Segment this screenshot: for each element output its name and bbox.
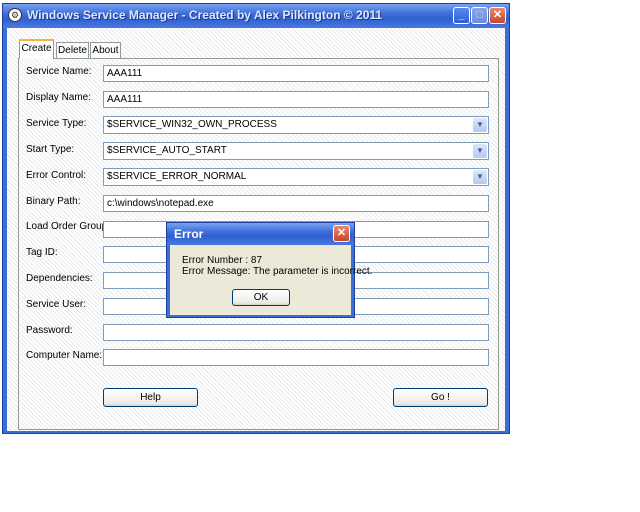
main-window: ⚙ Windows Service Manager - Created by A… [2,3,510,434]
error-message-text: Error Message: The parameter is incorrec… [182,266,373,277]
service-type-value: $SERVICE_WIN32_OWN_PROCESS [107,119,277,130]
start-type-value: $SERVICE_AUTO_START [107,145,227,156]
service-name-field[interactable]: AAA111 [103,65,489,82]
display-name-label: Display Name: [26,92,92,103]
service-name-label: Service Name: [26,66,92,77]
dialog-title: Error [174,227,204,241]
service-type-label: Service Type: [26,118,87,129]
error-control-label: Error Control: [26,170,87,181]
password-label: Password: [26,325,73,336]
title-bar[interactable]: ⚙ Windows Service Manager - Created by A… [3,4,509,28]
error-control-select[interactable]: $SERVICE_ERROR_NORMAL ▼ [103,168,489,186]
tab-about[interactable]: About [90,42,121,58]
chevron-down-icon[interactable]: ▼ [473,118,487,132]
tag-id-label: Tag ID: [26,247,58,258]
close-button[interactable]: ✕ [489,7,506,24]
ok-button[interactable]: OK [232,289,290,306]
chevron-down-icon[interactable]: ▼ [473,170,487,184]
chevron-down-icon[interactable]: ▼ [473,144,487,158]
service-type-select[interactable]: $SERVICE_WIN32_OWN_PROCESS ▼ [103,116,489,134]
error-number-text: Error Number : 87 [182,255,263,266]
maximize-button[interactable]: □ [471,7,488,24]
display-name-field[interactable]: AAA111 [103,91,489,108]
password-field[interactable] [103,324,489,341]
tab-create[interactable]: Create [19,39,54,59]
computer-name-label: Computer Name: [26,350,103,361]
dialog-body: Error Number : 87 Error Message: The par… [170,245,372,315]
start-type-select[interactable]: $SERVICE_AUTO_START ▼ [103,142,489,160]
binary-path-label: Binary Path: [26,196,81,207]
computer-name-field[interactable] [103,349,489,366]
window-title: Windows Service Manager - Created by Ale… [27,8,383,22]
error-dialog: Error ✕ Error Number : 87 Error Message:… [166,222,372,318]
tab-delete[interactable]: Delete [56,42,89,58]
service-user-label: Service User: [26,299,87,310]
binary-path-field[interactable]: c:\windows\notepad.exe [103,195,489,212]
load-order-group-label: Load Order Group: [26,221,110,232]
app-icon[interactable]: ⚙ [8,8,22,22]
go-button[interactable]: Go ! [393,388,488,407]
dependencies-label: Dependencies: [26,273,93,284]
dialog-title-bar[interactable]: Error ✕ [167,223,354,245]
start-type-label: Start Type: [26,144,75,155]
minimize-button[interactable]: _ [453,7,470,24]
help-button[interactable]: Help [103,388,198,407]
error-control-value: $SERVICE_ERROR_NORMAL [107,171,247,182]
dialog-close-button[interactable]: ✕ [333,225,350,242]
